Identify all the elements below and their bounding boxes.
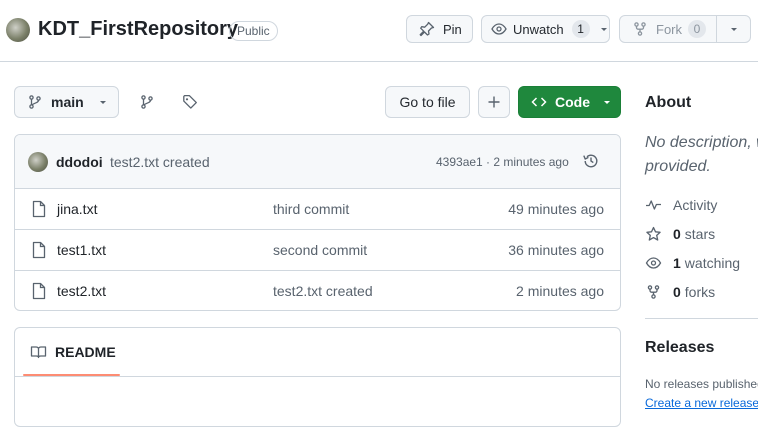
file-commit-message[interactable]: second commit <box>273 242 367 258</box>
unwatch-button[interactable]: Unwatch 1 <box>481 15 610 43</box>
fork-icon <box>632 21 648 37</box>
branches-link-icon[interactable] <box>139 94 155 110</box>
releases-empty-text: No releases published <box>645 377 758 391</box>
visibility-badge: Public <box>229 21 278 41</box>
fork-dropdown-button[interactable] <box>716 15 751 43</box>
commit-author[interactable]: ddodoi <box>56 154 103 170</box>
repo-name[interactable]: KDT_FirstRepository <box>38 18 238 41</box>
chevron-down-icon <box>729 24 739 34</box>
pin-button[interactable]: Pin <box>406 15 473 43</box>
history-icon[interactable] <box>582 152 600 170</box>
stars-link[interactable]: 0 stars <box>645 226 715 242</box>
table-row[interactable]: test1.txt second commit 36 minutes ago <box>15 229 620 270</box>
watch-count: 1 <box>571 20 590 38</box>
create-release-link[interactable]: Create a new release <box>645 396 758 410</box>
stars-label: stars <box>684 226 716 242</box>
go-to-file-label: Go to file <box>399 94 456 110</box>
activity-link[interactable]: Activity <box>645 197 717 213</box>
latest-commit-bar: ddodoi test2.txt created 4393ae1 · 2 min… <box>15 135 620 188</box>
commit-message[interactable]: test2.txt created <box>110 154 210 170</box>
file-commit-time: 2 minutes ago <box>516 283 604 299</box>
book-icon <box>30 344 47 360</box>
table-row[interactable]: jina.txt third commit 49 minutes ago <box>15 188 620 229</box>
file-name[interactable]: test1.txt <box>57 242 106 258</box>
chevron-down-icon <box>98 97 108 107</box>
eye-icon <box>645 257 662 269</box>
forks-count: 0 <box>673 284 681 300</box>
file-commit-time: 36 minutes ago <box>508 242 604 258</box>
add-file-button[interactable] <box>478 86 510 118</box>
eye-icon <box>491 21 507 37</box>
watching-count: 1 <box>673 255 681 271</box>
watching-link[interactable]: 1 watching <box>645 255 740 271</box>
pulse-icon <box>646 200 661 210</box>
chevron-down-icon <box>602 97 612 107</box>
file-icon <box>31 282 47 300</box>
commit-hash-time[interactable]: 4393ae1 · 2 minutes ago <box>436 155 569 169</box>
fork-button[interactable]: Fork 0 <box>619 15 717 43</box>
about-description-line2: provided. <box>645 158 711 175</box>
readme-tab-label: README <box>55 344 116 360</box>
table-row[interactable]: test2.txt test2.txt created 2 minutes ag… <box>15 270 620 311</box>
author-avatar[interactable] <box>28 152 48 172</box>
file-commit-message[interactable]: test2.txt created <box>273 283 373 299</box>
go-to-file-button[interactable]: Go to file <box>385 86 470 118</box>
pin-label: Pin <box>443 21 462 37</box>
watching-label: watching <box>684 255 741 271</box>
activity-label: Activity <box>673 197 718 213</box>
fork-icon <box>647 285 660 299</box>
releases-heading[interactable]: Releases <box>645 339 714 357</box>
readme-box: README <box>14 327 621 427</box>
chevron-down-icon <box>599 24 609 34</box>
file-commit-time: 49 minutes ago <box>508 201 604 217</box>
file-icon <box>31 241 47 259</box>
stars-count: 0 <box>673 226 681 242</box>
code-button[interactable]: Code <box>518 86 621 118</box>
branch-name: main <box>51 94 84 110</box>
plus-icon <box>487 95 501 109</box>
forks-label: forks <box>684 284 716 300</box>
unwatch-label: Unwatch <box>513 21 564 37</box>
file-name[interactable]: jina.txt <box>57 201 97 217</box>
fork-label: Fork <box>656 21 682 37</box>
readme-tab[interactable]: README <box>30 344 116 360</box>
file-name[interactable]: test2.txt <box>57 283 106 299</box>
star-icon <box>646 226 661 241</box>
branch-selector[interactable]: main <box>14 86 119 118</box>
file-icon <box>31 200 47 218</box>
header-divider <box>0 61 758 62</box>
fork-count: 0 <box>688 20 706 38</box>
about-heading: About <box>645 94 692 111</box>
repo-avatar[interactable] <box>6 18 30 42</box>
tag-icon[interactable] <box>182 94 198 110</box>
about-description-line1: No description, w <box>645 134 758 151</box>
readme-tab-divider <box>15 376 620 377</box>
code-label: Code <box>555 94 590 110</box>
branch-icon <box>27 94 43 110</box>
sidebar-divider <box>645 318 758 319</box>
forks-link[interactable]: 0 forks <box>645 284 715 300</box>
code-icon <box>531 94 547 110</box>
file-commit-message[interactable]: third commit <box>273 201 349 217</box>
pin-icon <box>419 21 435 37</box>
